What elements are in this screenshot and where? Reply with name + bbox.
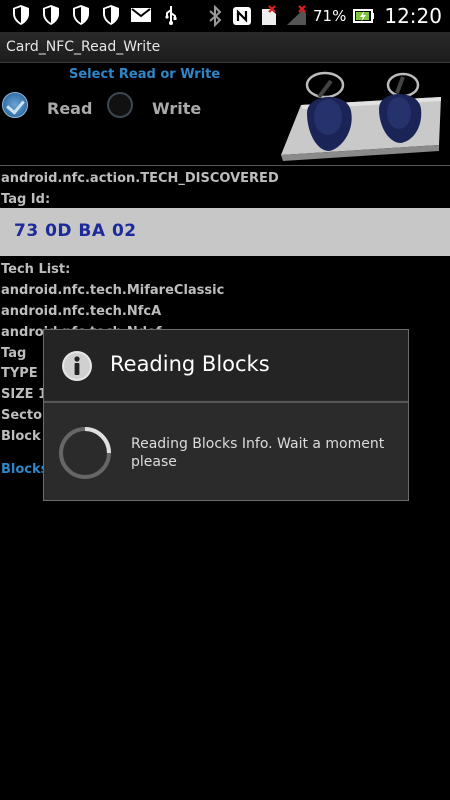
sim-missing-icon	[259, 5, 279, 27]
reading-blocks-dialog: Reading Blocks Reading Blocks Info. Wait…	[43, 329, 409, 501]
signal-icon	[286, 5, 307, 27]
blocks-link[interactable]: Blocks	[1, 462, 48, 477]
app-title-bar: Card_NFC_Read_Write	[0, 32, 450, 63]
usb-icon	[160, 4, 182, 26]
intent-action: android.nfc.action.TECH_DISCOVERED	[1, 171, 279, 186]
dialog-header: Reading Blocks	[44, 330, 408, 400]
battery-charging-icon	[353, 5, 375, 27]
tag-label: Tag	[1, 346, 27, 361]
notification-icons	[10, 4, 182, 26]
shield-icon	[70, 4, 92, 26]
divider	[0, 165, 450, 166]
read-radio[interactable]	[2, 92, 28, 118]
read-label[interactable]: Read	[47, 99, 92, 118]
tag-id-value: 73 0D BA 02	[14, 221, 137, 241]
mode-prompt: Select Read or Write	[69, 67, 221, 82]
app-title: Card_NFC_Read_Write	[6, 39, 161, 55]
status-bar: 71% 12:20	[0, 0, 450, 32]
dialog-divider	[44, 401, 408, 403]
shield-icon	[40, 4, 62, 26]
progress-spinner-icon	[57, 425, 113, 481]
tag-id-box: 73 0D BA 02	[0, 208, 450, 256]
shield-icon	[100, 4, 122, 26]
tech-list-label: Tech List:	[1, 262, 71, 277]
block-label: Block	[1, 429, 41, 444]
info-icon	[61, 350, 93, 382]
write-label[interactable]: Write	[152, 99, 201, 118]
clock: 12:20	[384, 4, 442, 28]
bluetooth-icon	[205, 4, 225, 28]
size-label: SIZE 1	[1, 387, 48, 402]
system-indicators: 71% 12:20	[205, 4, 442, 28]
shield-icon	[10, 4, 32, 26]
tech-item: android.nfc.tech.MifareClassic	[1, 283, 225, 298]
mail-icon	[130, 4, 152, 26]
nfc-icon	[232, 5, 252, 27]
write-radio[interactable]	[107, 92, 133, 118]
nfc-keyfob-image	[279, 67, 443, 161]
dialog-message: Reading Blocks Info. Wait a moment pleas…	[131, 436, 385, 470]
tech-item: android.nfc.tech.NfcA	[1, 304, 162, 319]
dialog-title: Reading Blocks	[110, 352, 270, 376]
battery-percent: 71%	[313, 7, 347, 25]
tag-id-label: Tag Id:	[1, 192, 51, 207]
sector-label: Sector	[1, 408, 49, 423]
